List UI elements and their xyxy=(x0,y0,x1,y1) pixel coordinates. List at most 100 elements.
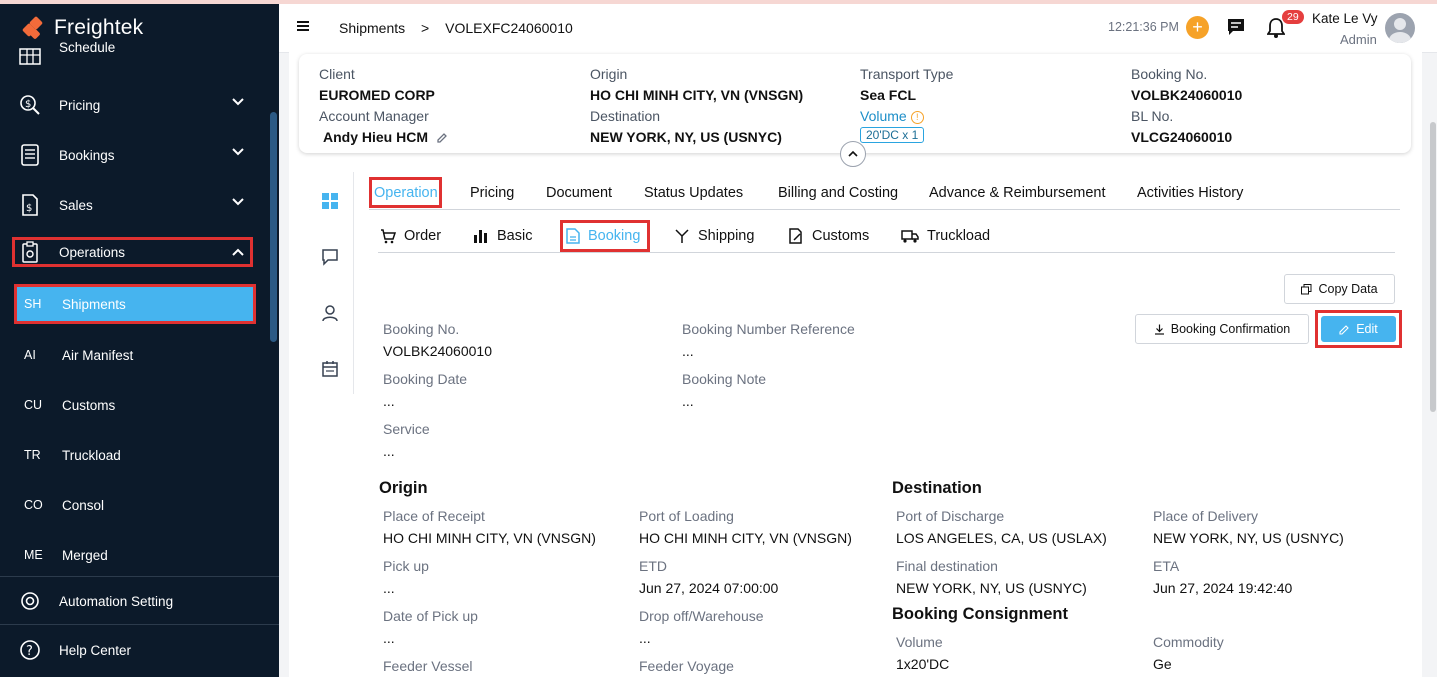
sidebar-sub-abbr: TR xyxy=(24,448,41,462)
subtab-label: Truckload xyxy=(927,228,991,244)
document-list-icon xyxy=(18,143,42,167)
field-value: Ge xyxy=(1153,656,1172,672)
bar-chart-icon xyxy=(474,230,487,243)
field-label: Volume xyxy=(896,634,943,650)
add-button[interactable]: + xyxy=(1186,16,1209,39)
sidebar-item-help-center[interactable]: ? Help Center xyxy=(0,630,265,670)
field-booking-date: Booking Date ... xyxy=(383,371,467,409)
document-edit-icon xyxy=(789,228,802,244)
page-scrollbar[interactable] xyxy=(1430,122,1436,412)
copy-icon xyxy=(1301,283,1312,294)
subtab-truckload[interactable]: Truckload xyxy=(901,228,990,244)
sub-tabs: Order Basic Booking Shipping Customs Tru… xyxy=(378,220,1395,253)
tab-operation[interactable]: Operation xyxy=(374,185,438,201)
breadcrumb-separator: > xyxy=(421,20,430,36)
subtab-basic[interactable]: Basic xyxy=(473,228,532,244)
sidebar-item-bookings[interactable]: Bookings xyxy=(0,135,265,175)
field-label: Transport Type xyxy=(860,66,954,82)
main-content: Client EUROMED CORP Account Manager Andy… xyxy=(289,52,1422,677)
field-value: VOLBK24060010 xyxy=(1131,87,1243,103)
sidebar-item-sales[interactable]: $ Sales xyxy=(0,185,265,225)
field-label: Feeder Vessel xyxy=(383,658,473,674)
top-header: Shipments > VOLEXFC24060010 12:21:36 PM … xyxy=(279,4,1437,53)
collapse-summary-button[interactable] xyxy=(840,141,866,167)
field-value: VLCG24060010 xyxy=(1131,129,1233,145)
tab-activities-history[interactable]: Activities History xyxy=(1137,185,1243,201)
sidebar-sub-abbr: CO xyxy=(24,498,43,512)
field-value: HO CHI MINH CITY, VN (VNSGN) xyxy=(639,530,852,546)
user-name[interactable]: Kate Le Vy xyxy=(1312,11,1378,26)
field-label: Port of Loading xyxy=(639,508,734,524)
subtab-label: Customs xyxy=(812,228,870,244)
sidebar-item-automation-setting[interactable]: Automation Setting xyxy=(0,581,265,621)
info-icon[interactable]: ! xyxy=(910,111,924,124)
dashboard-grid-icon[interactable] xyxy=(321,192,339,210)
field-booking-number-reference: Booking Number Reference ... xyxy=(682,321,855,359)
avatar[interactable] xyxy=(1385,13,1415,43)
help-circle-icon: ? xyxy=(18,638,42,662)
sidebar-sub-item-air-manifest[interactable]: AI Air Manifest xyxy=(0,335,265,375)
field-value: ... xyxy=(383,630,395,646)
tab-billing-and-costing[interactable]: Billing and Costing xyxy=(778,185,898,201)
sidebar-sub-item-shipments[interactable]: SH Shipments xyxy=(14,284,256,324)
field-label: Destination xyxy=(590,108,661,124)
subtab-shipping[interactable]: Shipping xyxy=(674,228,754,244)
sidebar-sub-item-truckload[interactable]: TR Truckload xyxy=(0,435,265,475)
button-label: Booking Confirmation xyxy=(1170,322,1291,336)
volume-label-row: Volume! xyxy=(860,108,924,124)
copy-data-button[interactable]: Copy Data xyxy=(1284,274,1395,304)
clipboard-gear-icon xyxy=(18,240,42,264)
sidebar-sub-item-consol[interactable]: CO Consol xyxy=(0,485,265,525)
sidebar-sub-item-merged[interactable]: ME Merged xyxy=(0,535,265,575)
summary-volume: Volume! 20'DC x 1 xyxy=(860,108,925,143)
sidebar-sub-label: Merged xyxy=(62,547,108,563)
edit-button[interactable]: Edit xyxy=(1321,316,1396,342)
calendar-icon[interactable] xyxy=(321,360,339,378)
notification-badge: 29 xyxy=(1282,10,1304,24)
sidebar-item-schedule[interactable]: Schedule xyxy=(0,36,265,76)
menu-icon[interactable] xyxy=(297,21,309,23)
field-label: Service xyxy=(383,421,430,437)
sidebar-item-label: Operations xyxy=(59,244,126,260)
summary-origin: Origin HO CHI MINH CITY, VN (VNSGN) xyxy=(590,66,803,103)
account-manager-value: Andy Hieu HCM xyxy=(323,129,428,145)
field-label: Booking No. xyxy=(383,321,460,337)
sidebar-scrollbar[interactable] xyxy=(270,112,277,342)
comment-icon[interactable] xyxy=(321,248,339,266)
field-value: VOLBK24060010 xyxy=(383,343,492,359)
user-role: Admin xyxy=(1340,32,1377,47)
chat-icon[interactable] xyxy=(1226,17,1246,42)
field-booking-no: Booking No. VOLBK24060010 xyxy=(383,321,492,359)
field-value: ... xyxy=(682,343,694,359)
tab-document[interactable]: Document xyxy=(546,185,612,201)
field-place-of-delivery: Place of Delivery NEW YORK, NY, US (USNY… xyxy=(1153,508,1344,546)
field-value: 1x20'DC xyxy=(896,656,950,672)
field-label: Booking Note xyxy=(682,371,767,387)
field-value: Andy Hieu HCM xyxy=(323,129,448,145)
subtab-label: Basic xyxy=(497,228,533,244)
tab-pricing[interactable]: Pricing xyxy=(470,185,514,201)
field-feeder-vessel: Feeder Vessel xyxy=(383,658,473,674)
breadcrumb-parent[interactable]: Shipments xyxy=(339,20,405,36)
field-label: Place of Delivery xyxy=(1153,508,1259,524)
tab-status-updates[interactable]: Status Updates xyxy=(644,185,743,201)
field-date-of-pick-up: Date of Pick up ... xyxy=(383,608,478,646)
pencil-icon[interactable] xyxy=(436,132,448,144)
volume-chip: 20'DC x 1 xyxy=(860,127,925,143)
sidebar-item-label: Schedule xyxy=(59,39,116,55)
sidebar-item-pricing[interactable]: $ Pricing xyxy=(0,85,265,125)
booking-confirmation-button[interactable]: Booking Confirmation xyxy=(1135,314,1309,344)
field-booking-note: Booking Note ... xyxy=(682,371,766,409)
subtab-customs[interactable]: Customs xyxy=(788,228,869,244)
field-label: Booking Number Reference xyxy=(682,321,855,337)
tab-advance-reimbursement[interactable]: Advance & Reimbursement xyxy=(929,185,1106,201)
sidebar-sub-label: Consol xyxy=(62,497,105,513)
chevron-down-icon xyxy=(232,198,244,206)
sidebar-item-operations[interactable]: Operations xyxy=(12,237,253,267)
field-label: Origin xyxy=(590,66,628,82)
user-icon[interactable] xyxy=(321,304,339,322)
subtab-booking[interactable]: Booking xyxy=(566,228,640,244)
sidebar-sub-item-customs[interactable]: CU Customs xyxy=(0,385,265,425)
destination-section-title: Destination xyxy=(892,479,982,497)
subtab-order[interactable]: Order xyxy=(380,228,441,244)
